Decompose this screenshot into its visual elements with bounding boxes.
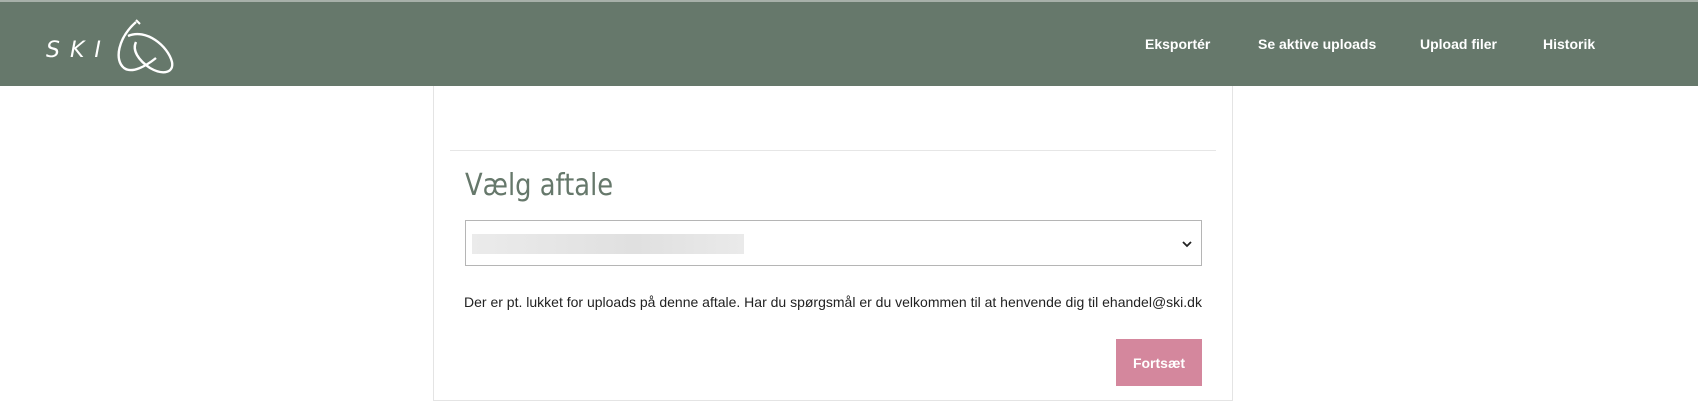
nav-historik[interactable]: Historik bbox=[1543, 36, 1595, 52]
logo-swirl-icon bbox=[117, 19, 174, 74]
agreement-card: Vælg aftale Der er pt. lukket for upload… bbox=[433, 86, 1233, 401]
nav-upload-filer[interactable]: Upload filer bbox=[1420, 36, 1497, 52]
ski-logo[interactable]: SKI bbox=[46, 16, 176, 76]
nav-se-aktive-uploads[interactable]: Se aktive uploads bbox=[1258, 36, 1376, 52]
nav-eksporter[interactable]: Eksportér bbox=[1145, 36, 1210, 52]
upload-closed-notice: Der er pt. lukket for uploads på denne a… bbox=[464, 294, 1202, 310]
continue-button[interactable]: Fortsæt bbox=[1116, 339, 1202, 386]
page-title: Vælg aftale bbox=[465, 168, 614, 203]
logo-text: SKI bbox=[46, 38, 111, 63]
top-navigation-bar: SKI Eksportér Se aktive uploads Upload f… bbox=[0, 0, 1698, 86]
chevron-down-icon bbox=[1182, 241, 1192, 248]
agreement-select-value bbox=[472, 234, 744, 254]
card-divider bbox=[450, 150, 1216, 151]
agreement-select[interactable] bbox=[465, 220, 1202, 266]
